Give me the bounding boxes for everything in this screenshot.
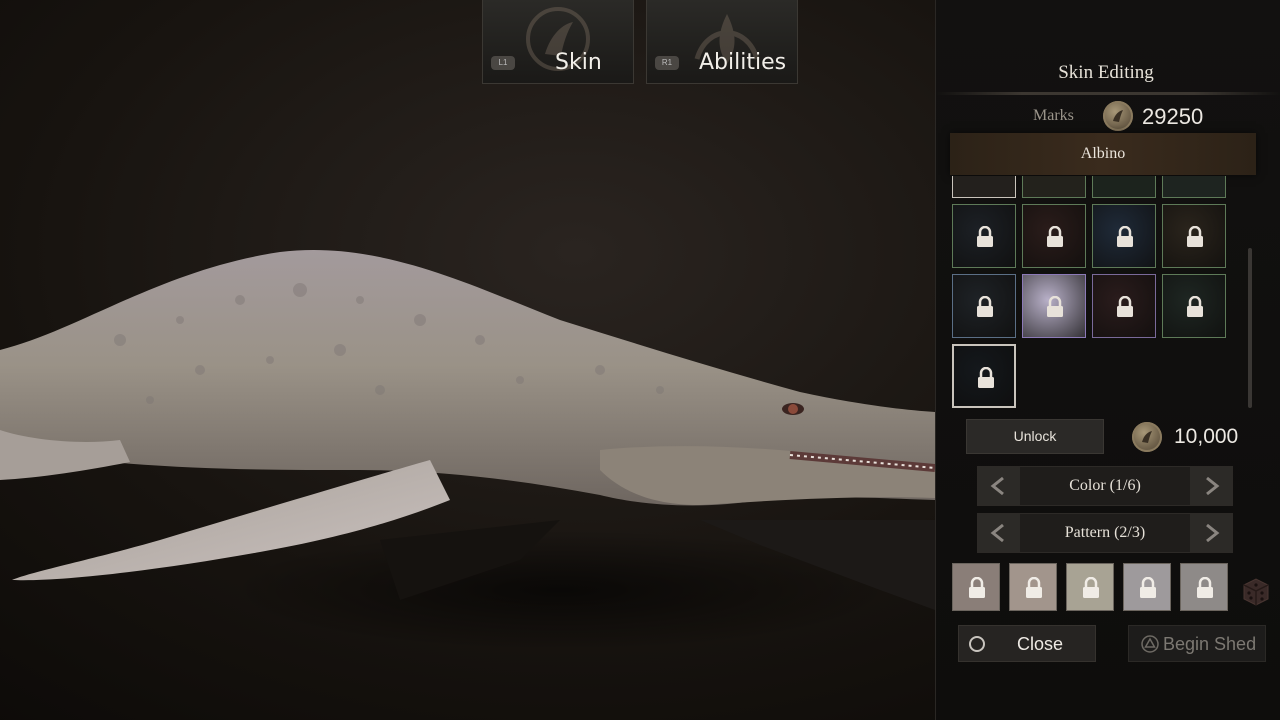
pattern-selector: Pattern (2/3) [977, 513, 1233, 553]
selected-skin-banner: Albino [950, 133, 1256, 175]
lock-icon [1083, 577, 1099, 598]
close-button[interactable]: Close [958, 625, 1096, 662]
lock-icon [1047, 296, 1063, 317]
lock-icon [1187, 226, 1203, 247]
color-swatch[interactable] [1009, 563, 1057, 611]
panel-title: Skin Editing [1058, 62, 1154, 83]
tab-abilities-label: Abilities [699, 50, 787, 75]
skin-tile[interactable] [1092, 176, 1156, 198]
skin-tile[interactable] [1162, 176, 1226, 198]
tab-skin-label: Skin [555, 50, 602, 75]
lock-icon [1117, 226, 1133, 247]
lock-icon [969, 577, 985, 598]
skin-tile[interactable] [1092, 204, 1156, 268]
unlock-button[interactable]: Unlock [966, 419, 1104, 454]
color-swatch[interactable] [1180, 563, 1228, 611]
marks-value: 29250 [1142, 104, 1204, 129]
skin-tile[interactable] [952, 274, 1016, 338]
skin-tile-selected[interactable] [1022, 274, 1086, 338]
marks-coin-icon [1103, 101, 1133, 131]
color-selector: Color (1/6) [977, 466, 1233, 506]
lock-icon [978, 367, 994, 388]
color-swatch[interactable] [952, 563, 1000, 611]
chevron-right-icon [1206, 523, 1220, 543]
chevron-right-icon [1206, 476, 1220, 496]
skin-tile[interactable] [1022, 176, 1086, 198]
pattern-prev-button[interactable] [978, 514, 1020, 552]
skin-grid-scrollbar[interactable] [1248, 248, 1252, 408]
chevron-left-icon [990, 523, 1004, 543]
selected-skin-name: Albino [1080, 145, 1126, 162]
r1-button-hint: R1 [655, 56, 679, 70]
skin-tile[interactable] [1162, 274, 1226, 338]
begin-shed-button[interactable]: Begin Shed [1128, 625, 1266, 662]
skin-grid [952, 176, 1232, 412]
marks-label: Marks [1033, 107, 1074, 124]
lock-icon [1117, 296, 1133, 317]
pattern-next-button[interactable] [1190, 514, 1232, 552]
marine-reptile-model [0, 250, 935, 650]
color-swatch[interactable] [1123, 563, 1171, 611]
title-divider [936, 92, 1280, 95]
lock-icon [977, 296, 993, 317]
lock-icon [977, 226, 993, 247]
lock-icon [1197, 577, 1213, 598]
lock-icon [1140, 577, 1156, 598]
lock-icon [1047, 226, 1063, 247]
skin-tile[interactable] [952, 204, 1016, 268]
skin-tile[interactable] [1092, 274, 1156, 338]
begin-shed-button-label: Begin Shed [1163, 634, 1257, 654]
chevron-left-icon [990, 476, 1004, 496]
unlock-coin-icon [1132, 422, 1162, 452]
pattern-selector-label: Pattern (2/3) [1064, 524, 1146, 541]
circle-button-icon [969, 636, 985, 652]
skin-tile[interactable] [1162, 204, 1226, 268]
lock-icon [1187, 296, 1203, 317]
color-selector-label: Color (1/6) [1069, 477, 1141, 494]
skin-tile[interactable] [952, 176, 1016, 198]
skin-tile[interactable] [952, 344, 1016, 408]
color-swatch[interactable] [1066, 563, 1114, 611]
close-button-label: Close [1017, 634, 1064, 654]
color-prev-button[interactable] [978, 467, 1020, 505]
tab-abilities[interactable]: R1 Abilities [646, 0, 798, 84]
dice-randomize-icon[interactable] [1240, 575, 1272, 607]
unlock-cost: 10,000 [1174, 425, 1239, 448]
color-next-button[interactable] [1190, 467, 1232, 505]
triangle-button-icon [1141, 635, 1159, 653]
skin-tile[interactable] [1022, 204, 1086, 268]
lock-icon [1026, 577, 1042, 598]
creature-viewport[interactable] [0, 0, 935, 720]
tab-skin[interactable]: L1 Skin [482, 0, 634, 84]
l1-button-hint: L1 [491, 56, 515, 70]
